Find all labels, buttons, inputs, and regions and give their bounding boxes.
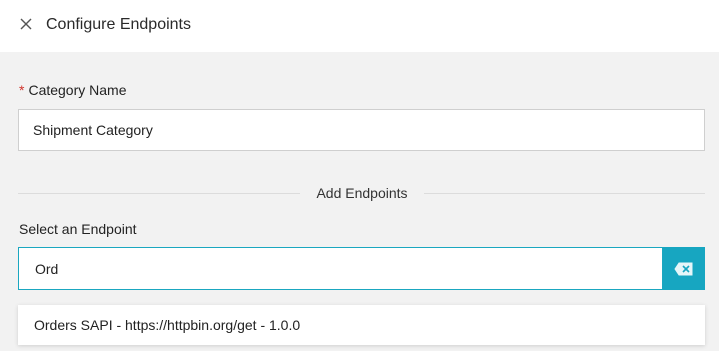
category-name-label: * Category Name xyxy=(19,81,127,99)
dialog-header: Configure Endpoints xyxy=(0,0,719,52)
endpoint-option[interactable]: Orders SAPI - https://httpbin.org/get - … xyxy=(34,317,300,333)
divider-line-right xyxy=(424,193,705,194)
close-icon xyxy=(20,18,32,30)
required-marker: * xyxy=(19,82,25,98)
clear-input-icon xyxy=(674,262,693,275)
category-name-input[interactable] xyxy=(18,109,705,151)
dialog-title: Configure Endpoints xyxy=(46,16,191,33)
select-endpoint-label: Select an Endpoint xyxy=(19,221,137,237)
endpoint-search-input[interactable] xyxy=(18,247,663,290)
endpoint-dropdown: Orders SAPI - https://httpbin.org/get - … xyxy=(18,305,705,345)
add-endpoints-divider-label: Add Endpoints xyxy=(316,185,408,201)
category-name-label-text: Category Name xyxy=(28,82,127,98)
close-button[interactable] xyxy=(17,15,37,35)
clear-search-button[interactable] xyxy=(663,247,705,290)
divider-line-left xyxy=(18,193,300,194)
